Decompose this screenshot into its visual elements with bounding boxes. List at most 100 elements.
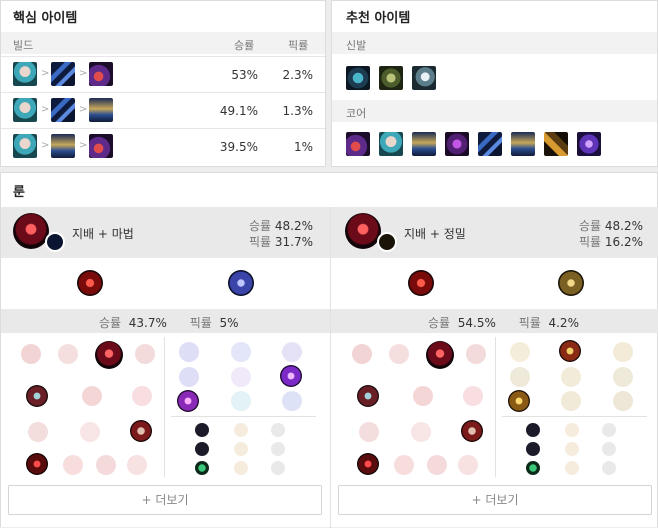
eyeball-collection-rune-icon[interactable] [130, 420, 152, 442]
eyeball-collection-rune-icon[interactable] [461, 420, 483, 442]
rune-page-winrate: 승률 48.2% [248, 219, 313, 233]
adaptive-shard-icon[interactable] [195, 442, 209, 456]
rune-icon[interactable] [127, 455, 147, 475]
shard-icon[interactable] [234, 442, 248, 456]
rune-icon[interactable] [411, 422, 431, 442]
chevron-right-icon: > [41, 104, 50, 115]
rune-icon[interactable] [58, 344, 78, 364]
triumph-rune-icon[interactable] [559, 340, 581, 362]
coup-de-grace-rune-icon[interactable] [508, 390, 530, 412]
core-items-header: 빌드 승률 픽률 [1, 32, 325, 54]
transcendence-rune-icon[interactable] [280, 365, 302, 387]
item-icon[interactable] [51, 134, 75, 158]
boots-item-icon[interactable] [346, 66, 370, 90]
rune-page-winrate: 승률 48.2% [578, 219, 643, 233]
rune-icon[interactable] [179, 342, 199, 362]
core-item-icon[interactable] [478, 132, 502, 156]
recommended-items-title: 추천 아이템 [346, 11, 411, 26]
ultimate-hunter-rune-icon[interactable] [26, 453, 48, 475]
show-more-button[interactable]: + 더보기 [338, 485, 652, 515]
rune-icon[interactable] [80, 422, 100, 442]
champion-icon [13, 134, 37, 158]
sorcery-tree-icon [228, 270, 254, 296]
rune-icon[interactable] [394, 455, 414, 475]
show-more-button[interactable]: + 더보기 [8, 485, 322, 515]
rune-icon[interactable] [63, 455, 83, 475]
build-pickrate: 1% [293, 140, 313, 154]
item-icon[interactable] [89, 62, 113, 86]
adaptive-shard-icon[interactable] [526, 442, 540, 456]
core-item-icon[interactable] [577, 132, 601, 156]
core-item-icon[interactable] [511, 132, 535, 156]
shard-icon[interactable] [565, 442, 579, 456]
core-item-icon[interactable] [544, 132, 568, 156]
shard-icon[interactable] [234, 461, 248, 475]
rune-icon[interactable] [510, 342, 530, 362]
cheap-shot-rune-icon[interactable] [26, 385, 48, 407]
item-icon[interactable] [51, 62, 75, 86]
core-label: 코어 [346, 107, 367, 120]
core-item-icon[interactable] [445, 132, 469, 156]
build-row[interactable]: > > 39.5% 1% [1, 128, 325, 164]
rune-icon[interactable] [352, 344, 372, 364]
rune-icon[interactable] [21, 344, 41, 364]
item-icon[interactable] [89, 98, 113, 122]
shard-icon[interactable] [602, 461, 616, 475]
item-icon[interactable] [51, 98, 75, 122]
shard-icon[interactable] [271, 461, 285, 475]
rune-icon[interactable] [561, 367, 581, 387]
rune-icon[interactable] [561, 391, 581, 411]
electrocute-rune-icon[interactable] [95, 341, 123, 369]
col-build-label: 빌드 [13, 39, 34, 52]
rune-icon[interactable] [463, 386, 483, 406]
chevron-right-icon: > [79, 104, 88, 115]
health-shard-icon[interactable] [526, 461, 540, 475]
domination-tree-icon [408, 270, 434, 296]
rune-icon[interactable] [613, 391, 633, 411]
shard-icon[interactable] [565, 461, 579, 475]
rune-icon[interactable] [82, 386, 102, 406]
core-item-icon[interactable] [346, 132, 370, 156]
rune-page-name: 지배 + 마법 [72, 227, 134, 241]
build-row[interactable]: > > 53% 2.3% [1, 56, 325, 92]
rune-icon[interactable] [282, 391, 302, 411]
rune-icon[interactable] [389, 344, 409, 364]
shard-icon[interactable] [602, 423, 616, 437]
build-row[interactable]: > > 49.1% 1.3% [1, 92, 325, 128]
rune-icon[interactable] [132, 386, 152, 406]
scorch-rune-icon[interactable] [177, 390, 199, 412]
core-item-icon[interactable] [379, 132, 403, 156]
rune-icon[interactable] [359, 422, 379, 442]
rune-icon[interactable] [231, 342, 251, 362]
rune-icon[interactable] [282, 342, 302, 362]
core-item-icon[interactable] [412, 132, 436, 156]
rune-icon[interactable] [427, 455, 447, 475]
shard-icon[interactable] [234, 423, 248, 437]
rune-icon[interactable] [28, 422, 48, 442]
rune-icon[interactable] [458, 455, 478, 475]
rune-icon[interactable] [231, 391, 251, 411]
ultimate-hunter-rune-icon[interactable] [357, 453, 379, 475]
rune-icon[interactable] [413, 386, 433, 406]
rune-icon[interactable] [510, 367, 530, 387]
rune-icon[interactable] [466, 344, 486, 364]
cheap-shot-rune-icon[interactable] [357, 385, 379, 407]
shard-icon[interactable] [271, 423, 285, 437]
adaptive-shard-icon[interactable] [526, 423, 540, 437]
rune-icon[interactable] [179, 367, 199, 387]
shard-icon[interactable] [271, 442, 285, 456]
rune-icon[interactable] [96, 455, 116, 475]
rune-icon[interactable] [231, 367, 251, 387]
boots-item-icon[interactable] [379, 66, 403, 90]
electrocute-rune-icon[interactable] [426, 341, 454, 369]
item-icon[interactable] [89, 134, 113, 158]
shard-icon[interactable] [602, 442, 616, 456]
boots-item-icon[interactable] [412, 66, 436, 90]
rune-icon[interactable] [613, 342, 633, 362]
adaptive-shard-icon[interactable] [195, 423, 209, 437]
rune-icon[interactable] [135, 344, 155, 364]
domination-tree-icon [77, 270, 103, 296]
rune-icon[interactable] [613, 367, 633, 387]
shard-icon[interactable] [565, 423, 579, 437]
health-shard-icon[interactable] [195, 461, 209, 475]
